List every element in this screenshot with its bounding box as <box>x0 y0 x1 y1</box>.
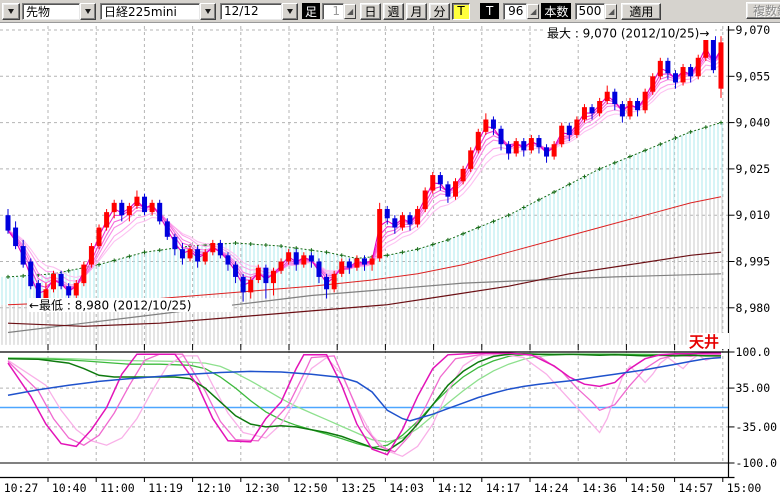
contract-dropdown-button[interactable] <box>282 3 298 20</box>
rci-magenta-vivid <box>8 353 721 455</box>
max-price-annotation: 最大 : 9,070 (2012/10/25)→ <box>547 27 709 41</box>
trading-chart-app: { "toolbar": { "market": "先物", "symbol":… <box>0 0 780 500</box>
price-chart-canvas[interactable]: 9,070 9,055 9,040 9,025 9,010 8,995 8,980 100.0… <box>0 0 780 500</box>
time-tick-label: 12:10 <box>196 481 231 495</box>
bar-count-input[interactable]: 500 <box>575 3 605 20</box>
time-tick-label: 12:50 <box>293 481 328 495</box>
main-toolbar: 先物 日経225mini 12/12 足 1◢ 日 週 月 分 T T 96◢ … <box>0 0 780 23</box>
ceiling-signal-label: 天井 <box>689 333 719 351</box>
tick-label: T <box>480 3 499 19</box>
interval-week-button[interactable]: 週 <box>383 3 404 20</box>
bar-count-spinner[interactable]: ◢ <box>605 4 617 19</box>
time-tick-label: 14:57 <box>678 481 713 495</box>
time-tick-label: 15:00 <box>727 481 762 495</box>
symbol-dropdown-button[interactable] <box>200 3 216 20</box>
bar-type-label: 足 <box>302 3 320 19</box>
oscillator-tick-label: 35.00 <box>736 381 771 395</box>
history-dropdown-button[interactable] <box>2 3 20 20</box>
rci-green-mid <box>8 354 721 447</box>
grid <box>0 26 729 463</box>
time-tick-label: 14:12 <box>437 481 472 495</box>
time-tick-label: 14:24 <box>534 481 569 495</box>
multi-symbol-button[interactable]: 複数銘柄 <box>746 2 780 19</box>
oscillator-tick-label: -35.00 <box>736 420 778 434</box>
time-tick-label: 10:40 <box>52 481 87 495</box>
bar-interval-spinner[interactable]: ◢ <box>344 4 356 19</box>
tick-size-input[interactable]: 96 <box>503 3 527 20</box>
dropdown-arrow-icon <box>287 9 293 14</box>
time-tick-label: 11:19 <box>148 481 183 495</box>
oscillator-tick-label: 100.0 <box>736 345 771 359</box>
bar-count-label: 本数 <box>541 3 571 19</box>
time-tick-label: 10:27 <box>4 481 39 495</box>
tick-size-spinner[interactable]: ◢ <box>527 4 539 19</box>
dropdown-arrow-icon <box>8 9 14 14</box>
price-tick-label: 9,010 <box>736 208 771 222</box>
time-tick-label: 12:30 <box>245 481 280 495</box>
price-tick-label: 9,025 <box>736 162 771 176</box>
price-tick-label: 9,040 <box>736 116 771 130</box>
price-tick-label: 9,055 <box>736 69 771 83</box>
oscillator-tick-label: -100.0 <box>736 456 778 470</box>
market-select[interactable]: 先物 <box>22 3 80 20</box>
contract-month-select[interactable]: 12/12 <box>220 3 282 20</box>
oscillator-panel <box>0 344 729 463</box>
time-tick-label: 14:36 <box>582 481 617 495</box>
time-tick-label: 14:50 <box>630 481 665 495</box>
time-tick-label: 13:25 <box>341 481 376 495</box>
axes: 9,070 9,055 9,040 9,025 9,010 8,995 8,980 100.0… <box>0 23 777 495</box>
apply-button[interactable]: 適用 <box>621 3 661 20</box>
price-tick-label: 8,980 <box>736 301 771 315</box>
interval-minute-button[interactable]: 分 <box>429 3 450 20</box>
bar-interval-input[interactable]: 1 <box>322 3 344 20</box>
price-tick-label: 9,070 <box>736 23 771 37</box>
candles <box>6 30 724 308</box>
interval-day-button[interactable]: 日 <box>360 3 381 20</box>
chart-area[interactable]: 9,070 9,055 9,040 9,025 9,010 8,995 8,980 100.0… <box>0 0 780 504</box>
dropdown-arrow-icon <box>85 9 91 14</box>
price-tick-label: 8,995 <box>736 255 771 269</box>
interval-tick-button[interactable]: T <box>452 3 470 20</box>
interval-month-button[interactable]: 月 <box>406 3 427 20</box>
min-price-annotation: ←最低 : 8,980 (2012/10/25) <box>29 299 191 313</box>
dropdown-arrow-icon <box>205 9 211 14</box>
time-tick-label: 14:17 <box>486 481 521 495</box>
market-dropdown-button[interactable] <box>80 3 96 20</box>
time-tick-label: 14:03 <box>389 481 424 495</box>
symbol-select[interactable]: 日経225mini <box>100 3 200 20</box>
time-tick-label: 11:00 <box>100 481 135 495</box>
